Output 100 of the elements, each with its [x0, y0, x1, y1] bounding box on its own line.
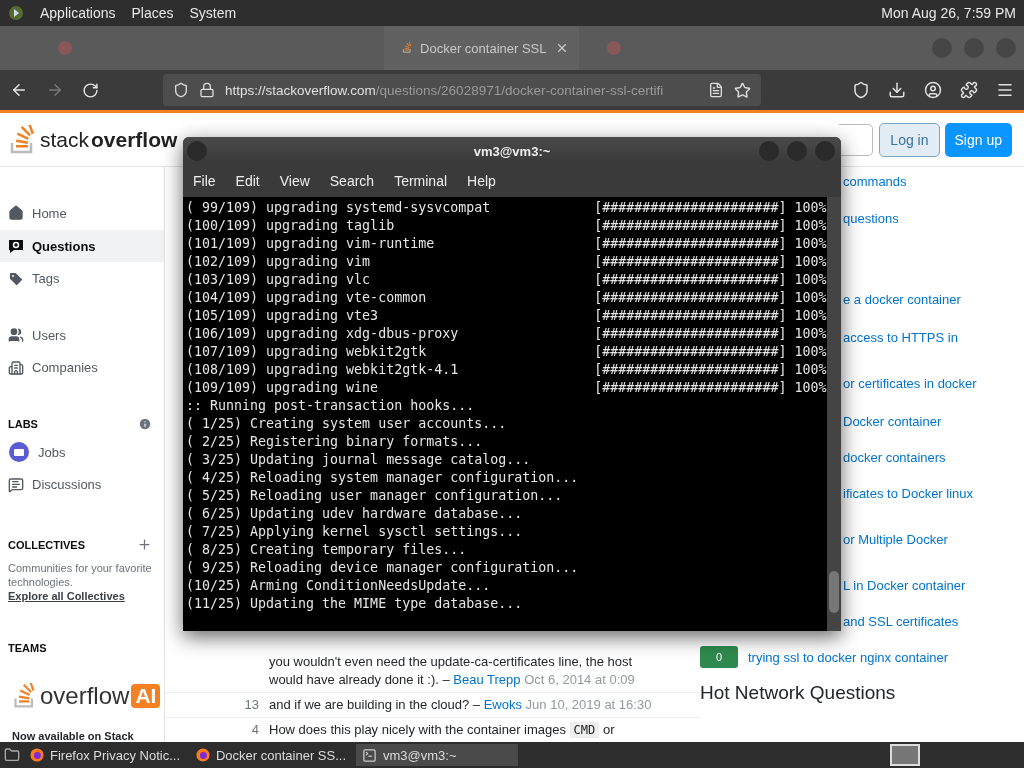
terminal-line: (109/109) upgrading wine	[186, 379, 380, 397]
related-question-link[interactable]: docker containers	[843, 450, 946, 465]
user-link[interactable]: Beau Trepp	[453, 672, 521, 687]
terminal-line: (101/109) upgrading vim-runtime	[186, 235, 436, 253]
overflow-ai-logo: overflow AI	[0, 660, 164, 710]
related-question-link[interactable]: e a docker container	[843, 292, 961, 307]
terminal-line: (10/25) Arming ConditionNeedsUpdate...	[186, 577, 491, 595]
section-heading: Hot Network Questions	[700, 682, 896, 704]
bookmark-star-icon[interactable]	[734, 81, 751, 99]
progress-text: [######################]	[594, 253, 787, 271]
home-icon	[8, 205, 24, 222]
user-link[interactable]: Ewoks	[483, 697, 522, 712]
inline-code: CMD	[569, 722, 600, 738]
users-icon	[8, 327, 24, 344]
panel-menu[interactable]: Applications	[40, 5, 116, 21]
percent-text: 100%	[793, 289, 827, 307]
panel-menu[interactable]: Places	[131, 5, 174, 21]
add-icon[interactable]	[137, 537, 152, 553]
terminal-line: ( 9/25) Reloading device manager configuration...	[186, 559, 579, 577]
percent-text: 100%	[793, 217, 827, 235]
progress-text: [######################]	[594, 199, 787, 217]
panel-menu[interactable]: System	[189, 5, 237, 21]
reader-view-icon[interactable]	[708, 82, 724, 98]
workspace-switcher[interactable]	[890, 744, 920, 766]
related-question-link[interactable]: questions	[843, 211, 899, 226]
sidebar-item[interactable]: Discussions	[0, 468, 164, 502]
sidebar-item[interactable]: Questions	[0, 229, 164, 263]
taskbar-item[interactable]: Firefox Privacy Notic...	[24, 744, 186, 766]
progress-text: [######################]	[594, 307, 787, 325]
terminal-line: (108/109) upgrading webkit2gtk-4.1	[186, 361, 460, 379]
window-title: vm3@vm3:~	[473, 143, 551, 159]
show-desktop-icon[interactable]	[4, 747, 20, 763]
terminal-line: ( 99/109) upgrading systemd-sysvcompat	[186, 199, 492, 217]
taskbar-item[interactable]: vm3@vm3:~	[356, 744, 518, 766]
lock-icon	[199, 82, 215, 98]
terminal-line: (104/109) upgrading vte-common	[186, 289, 428, 307]
sidebar-item[interactable]: Companies	[0, 351, 164, 385]
tag-icon	[8, 270, 24, 287]
menu-item[interactable]: Terminal	[394, 173, 448, 189]
menu-item[interactable]: View	[279, 173, 310, 189]
percent-text: 100%	[793, 253, 827, 271]
terminal-line: (100/109) upgrading taglib	[186, 217, 396, 235]
related-question-link[interactable]: trying ssl to docker nginx container	[748, 649, 949, 665]
progress-text: [######################]	[594, 235, 787, 253]
terminal-line: ( 8/25) Creating temporary files...	[186, 541, 467, 559]
account-icon[interactable]	[924, 81, 942, 99]
related-question-link[interactable]: or certificates in docker	[843, 376, 977, 391]
stack-logo-icon	[401, 40, 413, 56]
terminal-line: (102/109) upgrading vim	[186, 253, 372, 271]
discussion-icon	[8, 476, 24, 493]
progress-text: [######################]	[594, 379, 787, 397]
explore-link[interactable]: Explore all Collectives	[8, 589, 125, 602]
login-button[interactable]: Log in	[879, 122, 940, 157]
related-question-link[interactable]: commands	[843, 174, 907, 189]
sidebar-item[interactable]: Home	[0, 197, 164, 230]
related-question-link[interactable]: or Multiple Docker	[843, 532, 948, 547]
comment-text: How does this play nicely with the container images CMD or	[269, 721, 616, 739]
menu-item[interactable]: Help	[467, 173, 496, 189]
terminal-line: (11/25) Updating the MIME type database...	[186, 595, 523, 613]
reload-button[interactable]	[82, 81, 99, 99]
section-heading: COLLECTIVES	[8, 538, 85, 551]
comment-text: and if we are building in the cloud? – Ewoks Jun 10, 2019 at 16:30	[269, 696, 653, 714]
section-heading: TEAMS	[8, 642, 47, 655]
clock: Mon Aug 26, 7:59 PM	[881, 5, 1016, 21]
percent-text: 100%	[793, 271, 827, 289]
terminal-line: (107/109) upgrading webkit2gtk	[186, 343, 428, 361]
terminal-line: ( 1/25) Creating system user accounts...	[186, 415, 507, 433]
sidebar-item[interactable]: Users	[0, 318, 164, 352]
menu-item[interactable]: Search	[329, 173, 375, 189]
menu-item[interactable]: File	[193, 173, 216, 189]
taskbar-item[interactable]: Docker container SS...	[190, 744, 352, 766]
scroll-thumb[interactable]	[829, 571, 839, 613]
site-logo[interactable]: stackoverflow	[8, 124, 178, 155]
related-question-link[interactable]: Docker container	[843, 414, 942, 429]
comment-score: 13	[243, 696, 259, 714]
download-icon[interactable]	[888, 81, 906, 99]
related-question-link[interactable]: and SSL certificates	[843, 614, 959, 629]
menu-icon[interactable]	[996, 81, 1014, 99]
related-question-link[interactable]: L in Docker container	[843, 578, 966, 593]
terminal-line: ( 3/25) Updating journal message catalog...	[186, 451, 531, 469]
progress-text: [######################]	[594, 361, 787, 379]
teams-promo: Now available on Stack	[12, 730, 135, 742]
percent-text: 100%	[793, 379, 827, 397]
related-question-link[interactable]: ificates to Docker linux	[843, 486, 974, 501]
shield-icon	[173, 82, 189, 98]
percent-text: 100%	[793, 235, 827, 253]
question-bubble-icon	[8, 238, 24, 255]
related-question-link[interactable]: access to HTTPS in	[843, 330, 958, 345]
sidebar-item[interactable]: Jobs	[0, 435, 164, 469]
progress-text: [######################]	[594, 325, 787, 343]
terminal-line: ( 5/25) Reloading user manager configuration...	[186, 487, 563, 505]
terminal-line: ( 4/25) Reloading system manager configuration...	[186, 469, 579, 487]
extensions-icon[interactable]	[960, 81, 978, 99]
browser-tab[interactable]: Docker container SSL	[383, 26, 579, 70]
sidebar-item[interactable]: Tags	[0, 262, 164, 296]
menu-item[interactable]: Edit	[235, 173, 260, 189]
percent-text: 100%	[793, 307, 827, 325]
favicon-icon	[606, 41, 621, 55]
back-button[interactable]	[10, 81, 28, 99]
address-bar[interactable]: https://stackoverflow.com/questions/26028971/docker-container-ssl-certifi	[163, 74, 761, 106]
